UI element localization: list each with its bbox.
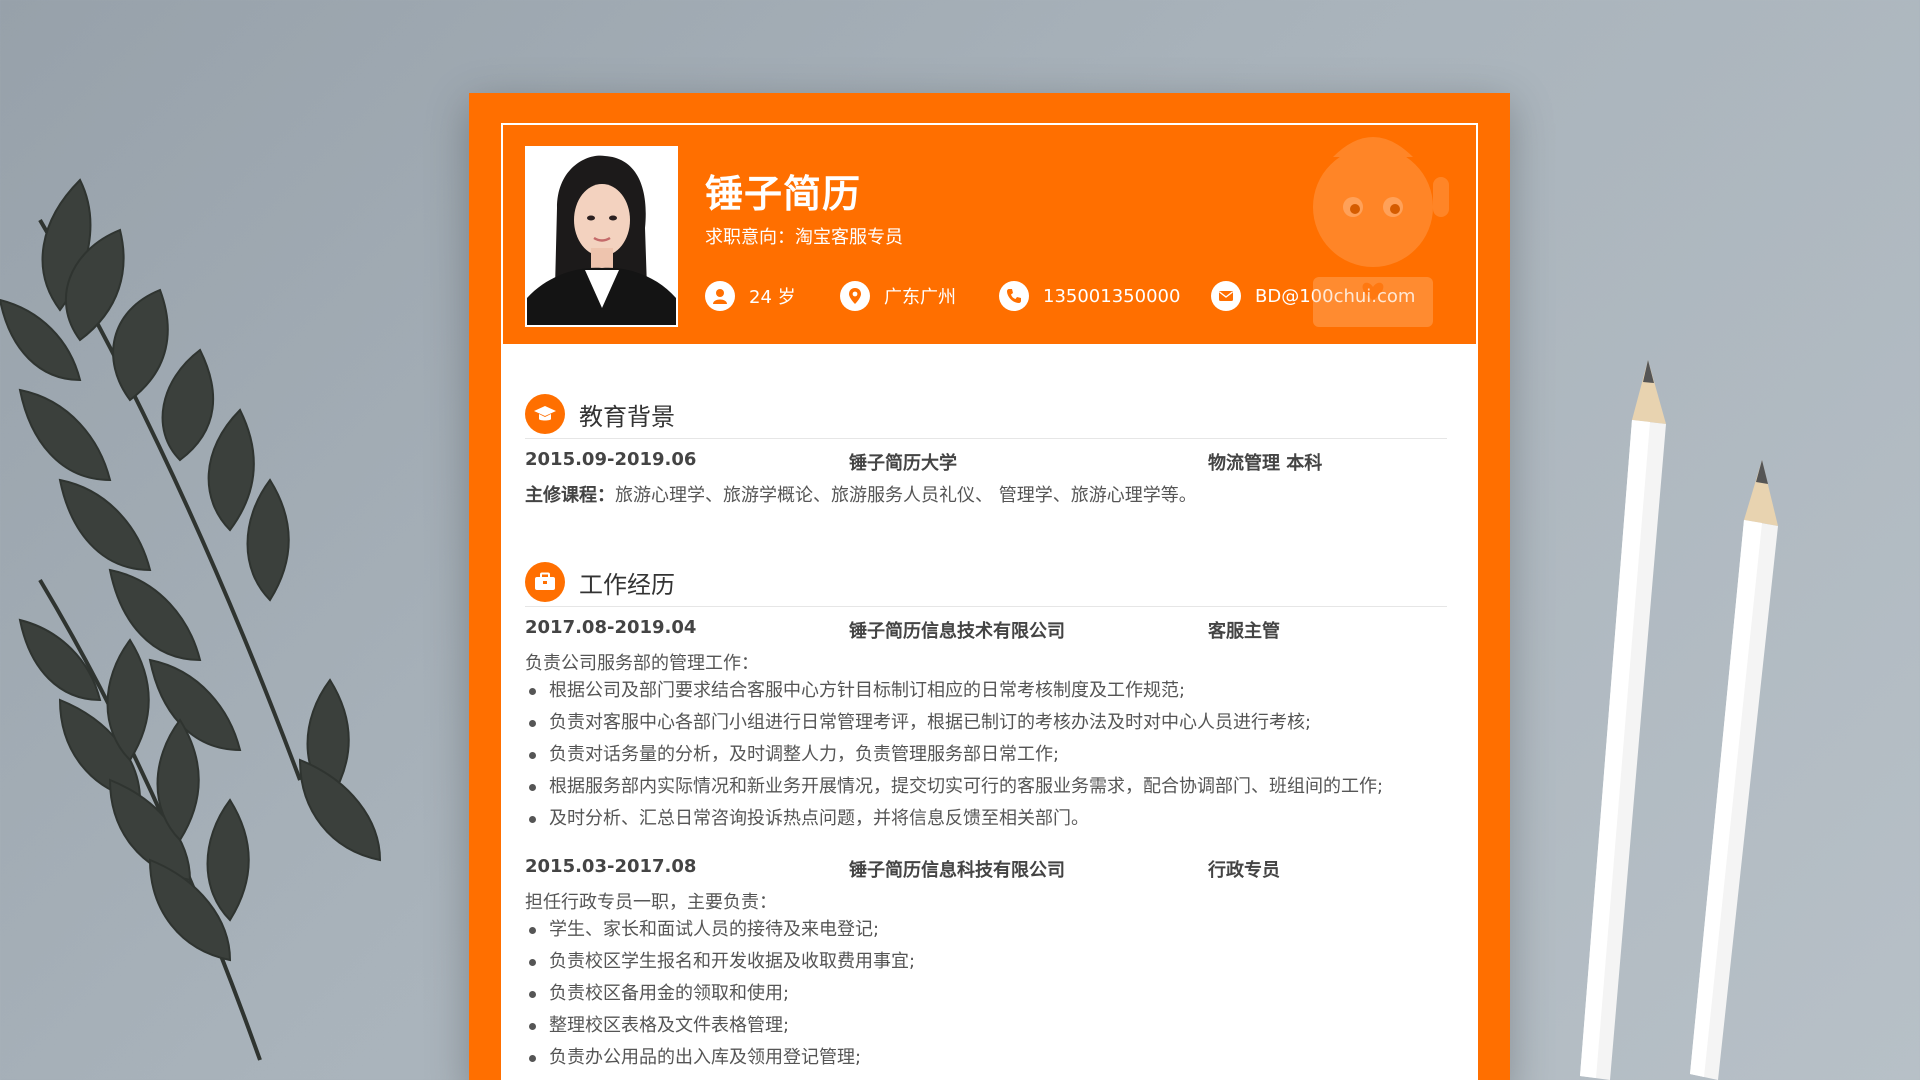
education-period: 2015.09-2019.06	[525, 449, 697, 470]
job-duties-list: 学生、家长和面试人员的接待及来电登记; 负责校区学生报名和开发收据及收取费用事宜…	[525, 914, 915, 1074]
job-position: 客服主管	[1208, 621, 1280, 642]
job-duty-item: 负责办公用品的出入库及领用登记管理;	[525, 1042, 915, 1074]
candidate-name: 锤子简历	[705, 172, 862, 216]
job-duty-item: 根据公司及部门要求结合客服中心方针目标制订相应的日常考核制度及工作规范;	[525, 675, 1383, 707]
job-duty-item: 整理校区表格及文件表格管理;	[525, 1010, 915, 1042]
fern-plant-decoration	[0, 178, 382, 1061]
job-company: 锤子简历信息技术有限公司	[849, 621, 1065, 642]
education-courses: 主修课程：旅游心理学、旅游学概论、旅游服务人员礼仪、 管理学、旅游心理学等。	[525, 481, 1197, 507]
job-duty-item: 负责校区学生报名和开发收据及收取费用事宜;	[525, 946, 915, 978]
job-duties-list: 根据公司及部门要求结合客服中心方针目标制订相应的日常考核制度及工作规范; 负责对…	[525, 675, 1383, 835]
education-major-degree: 物流管理 本科	[1208, 453, 1323, 474]
profile-photo	[525, 146, 678, 327]
phone-text: 135001350000	[1043, 285, 1181, 307]
education-section-header: 教育背景	[525, 392, 1447, 439]
resume-content: 锤子简历 求职意向：淘宝客服专员 24 岁 广东广州 135001350000	[501, 123, 1478, 1080]
education-title: 教育背景	[579, 403, 675, 431]
location-pin-icon	[840, 281, 870, 311]
job-duty-item: 负责校区备用金的领取和使用;	[525, 978, 915, 1010]
mascot-watermark-icon	[1313, 137, 1449, 327]
job-duty-item: 负责对话务量的分析，及时调整人力，负责管理服务部日常工作;	[525, 739, 1383, 771]
contact-location: 广东广州	[840, 281, 956, 311]
job-duty-item: 负责对客服中心各部门小组进行日常管理考评，根据已制订的考核办法及时对中心人员进行…	[525, 707, 1383, 739]
resume-header: 锤子简历 求职意向：淘宝客服专员 24 岁 广东广州 135001350000	[503, 125, 1476, 344]
portrait-image	[527, 148, 676, 325]
job-duty-item: 学生、家长和面试人员的接待及来电登记;	[525, 914, 915, 946]
phone-icon	[999, 281, 1029, 311]
briefcase-icon	[525, 562, 565, 602]
work-title: 工作经历	[579, 571, 675, 599]
job-entry: 2017.08-2019.04 锤子简历信息技术有限公司 客服主管	[525, 617, 1447, 643]
resume-sheet: 锤子简历 求职意向：淘宝客服专员 24 岁 广东广州 135001350000	[469, 93, 1510, 1080]
job-summary: 负责公司服务部的管理工作：	[525, 653, 759, 674]
graduation-cap-icon	[525, 394, 565, 434]
courses-label: 主修课程：	[525, 485, 615, 506]
location-text: 广东广州	[884, 287, 956, 308]
age-text: 24 岁	[749, 287, 796, 308]
contact-phone[interactable]: 135001350000	[999, 281, 1180, 311]
job-duty-item: 及时分析、汇总日常咨询投诉热点问题，并将信息反馈至相关部门。	[525, 803, 1383, 835]
person-icon	[705, 281, 735, 311]
pencil-left-decoration	[1580, 360, 1666, 1080]
pencil-right-decoration	[1690, 460, 1778, 1080]
contact-age: 24 岁	[705, 281, 796, 311]
education-entry: 2015.09-2019.06 锤子简历大学 物流管理 本科	[525, 449, 1447, 475]
job-entry: 2015.03-2017.08 锤子简历信息科技有限公司 行政专员	[525, 856, 1447, 882]
job-duty-item: 根据服务部内实际情况和新业务开展情况，提交切实可行的客服业务需求，配合协调部门、…	[525, 771, 1383, 803]
work-section-header: 工作经历	[525, 560, 1447, 607]
job-position: 行政专员	[1208, 860, 1280, 881]
job-intent: 求职意向：淘宝客服专员	[705, 227, 903, 248]
education-school: 锤子简历大学	[849, 453, 957, 474]
job-period: 2017.08-2019.04	[525, 617, 697, 638]
job-summary: 担任行政专员一职，主要负责：	[525, 892, 777, 913]
courses-text: 旅游心理学、旅游学概论、旅游服务人员礼仪、 管理学、旅游心理学等。	[615, 485, 1197, 506]
job-company: 锤子简历信息科技有限公司	[849, 860, 1065, 881]
job-period: 2015.03-2017.08	[525, 856, 697, 877]
mail-icon	[1211, 281, 1241, 311]
